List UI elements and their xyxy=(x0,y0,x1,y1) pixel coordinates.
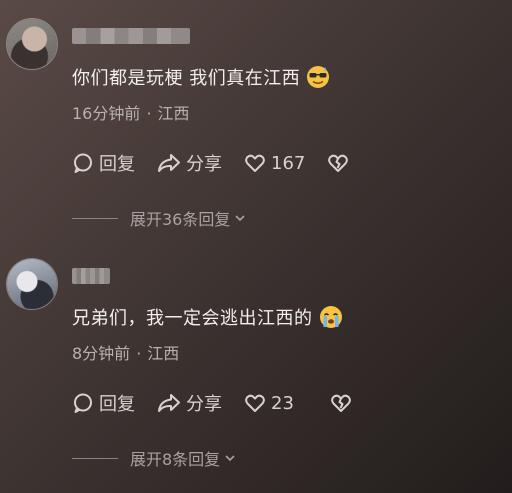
share-icon xyxy=(158,394,180,412)
comment-meta: 8分钟前 · 江西 xyxy=(72,340,179,364)
broken-heart-icon xyxy=(328,154,349,172)
avatar[interactable] xyxy=(6,258,58,310)
timestamp: 8分钟前 xyxy=(72,344,131,363)
share-icon xyxy=(158,154,180,172)
heart-icon xyxy=(245,154,265,172)
divider-line xyxy=(72,457,118,459)
comment-text: 兄弟们，我一定会逃出江西的 xyxy=(72,304,343,330)
expand-label: 展开8条回复 xyxy=(130,450,221,469)
share-label: 分享 xyxy=(186,394,222,415)
dislike-button[interactable] xyxy=(330,392,357,414)
expand-replies-button[interactable]: 展开8条回复 xyxy=(72,446,237,470)
avatar-image xyxy=(7,19,57,69)
like-button[interactable]: 167 xyxy=(244,152,305,174)
reply-icon xyxy=(74,153,92,173)
expand-replies-button[interactable]: 展开36条回复 xyxy=(72,206,247,230)
comment-meta: 16分钟前 · 江西 xyxy=(72,100,189,124)
sunglasses-sweat-emoji-icon xyxy=(307,66,330,88)
location: 江西 xyxy=(157,104,190,123)
meta-separator: · xyxy=(136,344,142,363)
comment-actions: 回复 分享 23 xyxy=(72,390,357,416)
divider-line xyxy=(72,217,118,219)
timestamp: 16分钟前 xyxy=(72,104,141,123)
share-button[interactable]: 分享 xyxy=(157,150,222,176)
like-button[interactable]: 23 xyxy=(244,392,294,414)
comment-text: 你们都是玩梗 我们真在江西 xyxy=(72,64,330,90)
broken-heart-icon xyxy=(331,394,351,412)
comment-actions: 回复 分享 167 xyxy=(72,150,354,176)
chevron-down-icon xyxy=(225,455,235,462)
expand-label: 展开36条回复 xyxy=(130,210,231,229)
crying-emoji-icon xyxy=(319,306,342,328)
chevron-down-icon xyxy=(235,215,245,222)
like-count: 167 xyxy=(271,152,306,174)
share-label: 分享 xyxy=(186,154,222,175)
username-blurred[interactable] xyxy=(72,268,110,284)
reply-label: 回复 xyxy=(99,154,135,175)
reply-button[interactable]: 回复 xyxy=(72,390,135,416)
dislike-button[interactable] xyxy=(327,152,354,174)
reply-icon xyxy=(74,393,92,413)
comment-text-content: 兄弟们，我一定会逃出江西的 xyxy=(72,308,313,329)
meta-separator: · xyxy=(146,104,152,123)
avatar[interactable] xyxy=(6,18,58,70)
avatar-image xyxy=(7,259,57,309)
location: 江西 xyxy=(147,344,180,363)
comment-text-content: 你们都是玩梗 我们真在江西 xyxy=(72,68,301,89)
username-blurred[interactable] xyxy=(72,28,190,44)
reply-button[interactable]: 回复 xyxy=(72,150,135,176)
share-button[interactable]: 分享 xyxy=(157,390,222,416)
reply-label: 回复 xyxy=(99,394,135,415)
heart-icon xyxy=(245,394,265,412)
like-count: 23 xyxy=(271,392,294,414)
